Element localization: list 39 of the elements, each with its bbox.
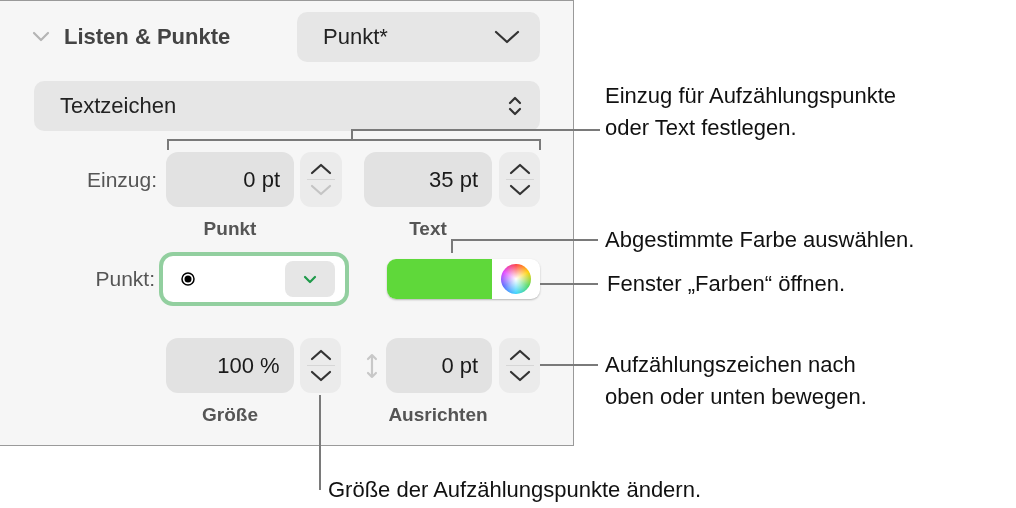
stepper[interactable] bbox=[299, 338, 342, 393]
chevron-up-icon[interactable] bbox=[309, 349, 332, 361]
chevron-down-icon[interactable] bbox=[309, 370, 332, 382]
chevron-up-icon[interactable] bbox=[310, 163, 332, 175]
field-caption: Ausrichten bbox=[387, 404, 489, 426]
callout-text: Größe der Aufzählungspunkte ändern. bbox=[328, 476, 702, 504]
leader-line bbox=[539, 283, 599, 285]
field-caption: Größe bbox=[201, 404, 259, 426]
color-swatch[interactable] bbox=[387, 259, 492, 299]
stepper[interactable] bbox=[300, 152, 342, 207]
color-well[interactable] bbox=[387, 259, 540, 299]
chevron-down-icon[interactable] bbox=[508, 370, 531, 382]
stepper[interactable] bbox=[499, 338, 540, 393]
section-title: Listen & Punkte bbox=[64, 24, 231, 50]
chevron-down-icon bbox=[303, 274, 317, 284]
field-caption: Punkt bbox=[202, 218, 258, 240]
up-down-chevron-icon bbox=[508, 95, 522, 117]
number-field[interactable]: 0 pt bbox=[386, 338, 493, 393]
callout-text: Fenster „Farben“ öffnen. bbox=[607, 270, 846, 298]
bullet-icon bbox=[181, 272, 195, 286]
chevron-up-icon[interactable] bbox=[508, 163, 531, 175]
leader-line bbox=[539, 364, 599, 366]
color-wheel-icon[interactable] bbox=[501, 264, 531, 294]
type-popup[interactable]: Textzeichen bbox=[34, 81, 540, 131]
callout-text: Aufzählungszeichen nach oben oder unten bewegen. bbox=[605, 351, 867, 411]
number-field[interactable]: 0 pt bbox=[166, 152, 294, 207]
stepper[interactable] bbox=[499, 152, 540, 207]
field-label: Punkt: bbox=[94, 267, 155, 291]
field-caption: Text bbox=[408, 218, 448, 240]
callout-text: Abgestimmte Farbe auswählen. bbox=[605, 226, 915, 254]
callout-text: Einzug für Aufzählungspunkte oder Text festlegen. bbox=[605, 82, 897, 142]
field-label: Einzug: bbox=[85, 167, 157, 192]
chevron-down-icon bbox=[494, 29, 520, 45]
up-down-arrow-icon bbox=[366, 352, 379, 379]
number-field[interactable]: 100 % bbox=[166, 338, 294, 393]
number-field[interactable]: 35 pt bbox=[364, 152, 492, 207]
chevron-up-icon[interactable] bbox=[508, 349, 531, 361]
chevron-down-icon[interactable] bbox=[508, 184, 531, 196]
style-popup[interactable]: Punkt* bbox=[297, 12, 540, 62]
